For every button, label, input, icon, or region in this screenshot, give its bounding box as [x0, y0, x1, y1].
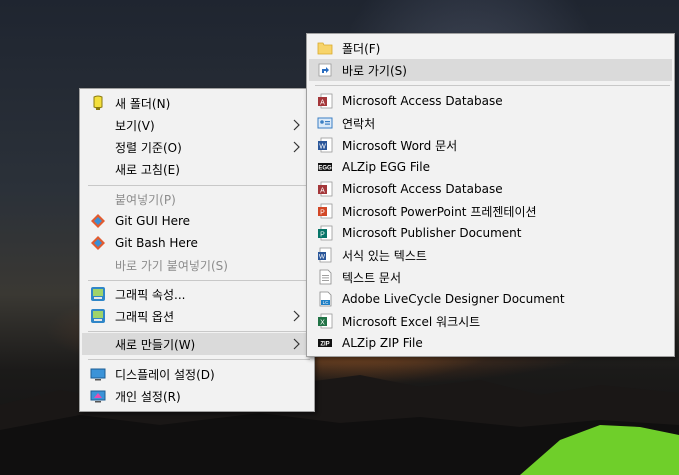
submenu-item-alzip-egg[interactable]: EGG ALZip EGG File — [309, 156, 672, 178]
word-icon: W — [318, 137, 333, 153]
submenu-item-label: Microsoft Publisher Document — [342, 226, 522, 240]
submenu-item-label: 바로 가기(S) — [342, 63, 407, 78]
menu-item-graphics-properties[interactable]: 그래픽 속성... — [82, 283, 312, 305]
svg-text:W: W — [319, 144, 326, 151]
submenu-item-powerpoint[interactable]: P Microsoft PowerPoint 프레젠테이션 — [309, 200, 672, 222]
menu-item-label: 그래픽 옵션 — [115, 309, 175, 324]
menu-item-label: 새로 고침(E) — [115, 162, 180, 177]
text-document-icon — [319, 269, 332, 285]
access-icon: A — [318, 181, 333, 197]
menu-item-label: 보기(V) — [115, 118, 155, 133]
submenu-item-label: Microsoft Access Database — [342, 94, 503, 108]
submenu-item-access-database[interactable]: A Microsoft Access Database — [309, 90, 672, 112]
chevron-right-icon — [293, 141, 300, 153]
svg-text:W: W — [319, 254, 326, 261]
alzip-zip-icon: ZIP — [318, 339, 332, 348]
git-gui-icon — [91, 214, 105, 228]
powerpoint-icon: P — [318, 203, 333, 219]
menu-item-git-bash[interactable]: Git Bash Here — [82, 232, 312, 254]
svg-text:ZIP: ZIP — [320, 342, 329, 348]
svg-text:A: A — [320, 188, 325, 195]
svg-text:LC: LC — [323, 300, 330, 305]
new-folder-icon — [93, 95, 103, 110]
desktop-context-menu: 새 폴더(N) 보기(V) 정렬 기준(O) 새로 고침(E) 붙여넣기(P) … — [79, 88, 315, 412]
submenu-item-excel[interactable]: X Microsoft Excel 워크시트 — [309, 310, 672, 332]
menu-item-label: 정렬 기준(O) — [115, 140, 182, 155]
contact-icon — [317, 117, 333, 129]
submenu-item-label: Microsoft PowerPoint 프레젠테이션 — [342, 204, 537, 219]
svg-text:P: P — [320, 210, 325, 217]
submenu-item-access-database-2[interactable]: A Microsoft Access Database — [309, 178, 672, 200]
menu-separator — [88, 331, 310, 332]
submenu-item-label: 텍스트 문서 — [342, 270, 402, 285]
submenu-item-label: Microsoft Access Database — [342, 182, 503, 196]
menu-item-new[interactable]: 새로 만들기(W) — [82, 333, 312, 355]
menu-separator — [88, 359, 310, 360]
submenu-item-label: ALZip EGG File — [342, 160, 430, 174]
menu-item-paste[interactable]: 붙여넣기(P) — [82, 188, 312, 210]
submenu-item-folder[interactable]: 폴더(F) — [309, 37, 672, 59]
submenu-item-label: Microsoft Excel 워크시트 — [342, 314, 481, 329]
submenu-item-alzip-zip[interactable]: ZIP ALZip ZIP File — [309, 332, 672, 354]
submenu-item-label: 연락처 — [342, 116, 376, 131]
shortcut-icon — [318, 63, 332, 77]
menu-item-graphics-options[interactable]: 그래픽 옵션 — [82, 305, 312, 327]
submenu-item-label: 폴더(F) — [342, 41, 381, 56]
display-settings-icon — [90, 368, 106, 381]
publisher-icon: P — [318, 225, 333, 241]
new-submenu: 폴더(F) 바로 가기(S) A Microsoft Access Databa… — [306, 33, 675, 357]
svg-text:EGG: EGG — [318, 166, 332, 172]
git-bash-icon — [91, 236, 105, 250]
menu-item-refresh[interactable]: 새로 고침(E) — [82, 158, 312, 180]
alzip-egg-icon: EGG — [318, 163, 332, 172]
menu-item-label: 붙여넣기(P) — [115, 192, 176, 207]
submenu-item-rich-text[interactable]: W 서식 있는 텍스트 — [309, 244, 672, 266]
menu-item-new-folder[interactable]: 새 폴더(N) — [82, 92, 312, 114]
submenu-item-text-document[interactable]: 텍스트 문서 — [309, 266, 672, 288]
menu-item-personalize[interactable]: 개인 설정(R) — [82, 385, 312, 407]
menu-item-label: Git GUI Here — [115, 214, 191, 228]
chevron-right-icon — [293, 119, 300, 131]
menu-item-view[interactable]: 보기(V) — [82, 114, 312, 136]
svg-text:A: A — [320, 100, 325, 107]
menu-item-label: 디스플레이 설정(D) — [115, 367, 215, 382]
menu-item-label: 새 폴더(N) — [115, 96, 171, 111]
chevron-right-icon — [293, 310, 300, 322]
access-icon: A — [318, 93, 333, 109]
svg-text:X: X — [320, 320, 325, 327]
chevron-right-icon — [293, 338, 300, 350]
personalize-icon — [90, 390, 106, 403]
submenu-item-livecycle[interactable]: LC Adobe LiveCycle Designer Document — [309, 288, 672, 310]
rich-text-icon: W — [318, 247, 332, 263]
menu-item-label: 새로 만들기(W) — [115, 337, 196, 352]
menu-item-paste-shortcut[interactable]: 바로 가기 붙여넣기(S) — [82, 254, 312, 276]
menu-item-label: 그래픽 속성... — [115, 287, 186, 302]
menu-separator — [88, 280, 310, 281]
submenu-item-publisher[interactable]: P Microsoft Publisher Document — [309, 222, 672, 244]
menu-item-label: 개인 설정(R) — [115, 389, 181, 404]
menu-item-label: 바로 가기 붙여넣기(S) — [115, 258, 228, 273]
excel-icon: X — [318, 313, 333, 329]
menu-item-label: Git Bash Here — [115, 236, 198, 250]
menu-item-display-settings[interactable]: 디스플레이 설정(D) — [82, 363, 312, 385]
submenu-item-label: 서식 있는 텍스트 — [342, 248, 427, 263]
submenu-item-label: Adobe LiveCycle Designer Document — [342, 292, 565, 306]
submenu-item-shortcut[interactable]: 바로 가기(S) — [309, 59, 672, 81]
menu-separator — [88, 185, 310, 186]
submenu-item-contact[interactable]: 연락처 — [309, 112, 672, 134]
graphics-options-icon — [91, 309, 105, 323]
menu-separator — [315, 85, 670, 86]
menu-item-sort-by[interactable]: 정렬 기준(O) — [82, 136, 312, 158]
folder-icon — [317, 42, 333, 55]
livecycle-icon: LC — [319, 291, 332, 307]
submenu-item-label: ALZip ZIP File — [342, 336, 423, 350]
submenu-item-word-document[interactable]: W Microsoft Word 문서 — [309, 134, 672, 156]
submenu-item-label: Microsoft Word 문서 — [342, 138, 458, 153]
svg-text:P: P — [320, 232, 325, 239]
graphics-properties-icon — [91, 287, 105, 301]
menu-item-git-gui[interactable]: Git GUI Here — [82, 210, 312, 232]
